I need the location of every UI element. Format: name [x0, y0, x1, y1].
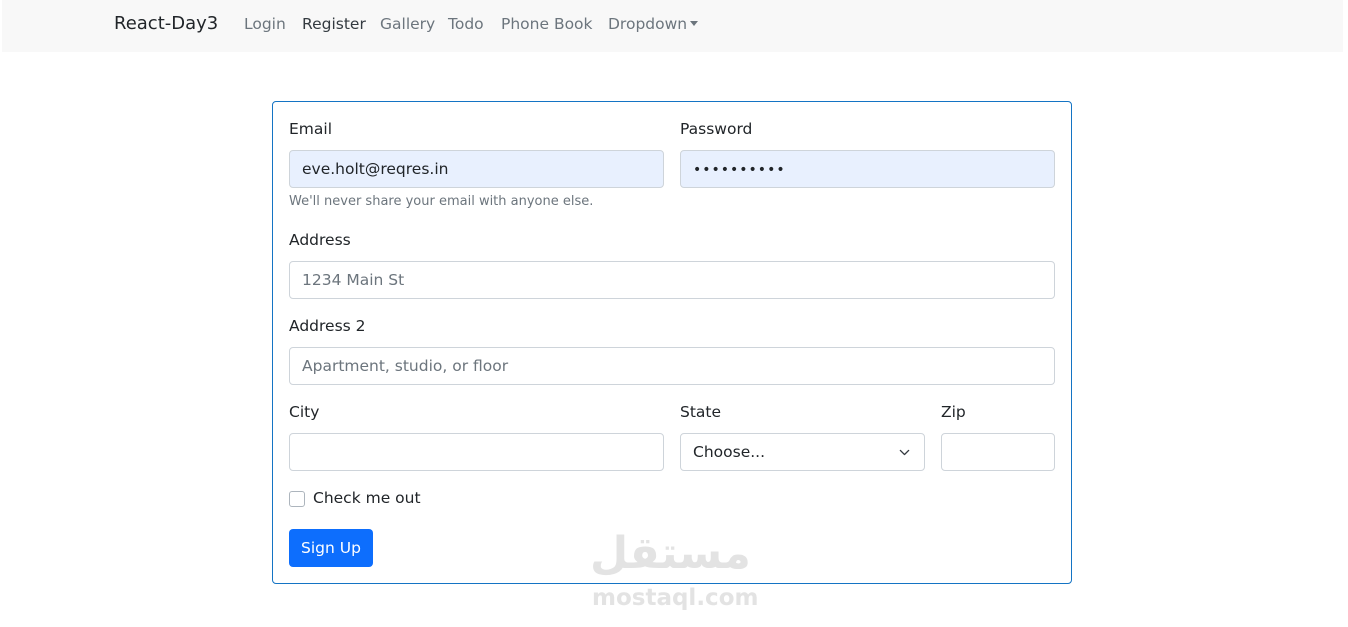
zip-input[interactable] [941, 433, 1055, 471]
email-input-value: eve.holt@reqres.in [302, 160, 449, 178]
zip-label: Zip [941, 403, 966, 421]
state-select[interactable]: Choose... [680, 433, 925, 471]
watermark-logo-arabic: مستقل [590, 528, 751, 579]
check-me-out-label[interactable]: Check me out [313, 489, 421, 507]
city-label: City [289, 403, 320, 421]
address2-input[interactable]: Apartment, studio, or floor [289, 347, 1055, 385]
password-input-value: •••••••••• [693, 162, 786, 178]
nav-item-phone-book[interactable]: Phone Book [501, 15, 593, 33]
address-label: Address [289, 231, 351, 249]
top-navbar: React-Day3 Login Register Gallery Todo P… [2, 0, 1343, 52]
check-me-out-checkbox[interactable] [289, 491, 305, 507]
address-placeholder: 1234 Main St [302, 271, 405, 289]
nav-item-login[interactable]: Login [244, 15, 286, 33]
navbar-brand[interactable]: React-Day3 [114, 13, 218, 34]
state-select-value: Choose... [693, 443, 766, 461]
address2-label: Address 2 [289, 317, 366, 335]
watermark-logo-latin: mostaql.com [592, 585, 759, 611]
nav-item-dropdown[interactable]: Dropdown [608, 15, 699, 33]
address2-placeholder: Apartment, studio, or floor [302, 357, 509, 375]
password-input[interactable]: •••••••••• [680, 150, 1055, 188]
state-label: State [680, 403, 722, 421]
email-input[interactable]: eve.holt@reqres.in [289, 150, 664, 188]
city-input[interactable] [289, 433, 664, 471]
nav-item-todo[interactable]: Todo [448, 15, 484, 33]
email-label: Email [289, 120, 333, 138]
sign-up-button[interactable]: Sign Up [289, 529, 373, 567]
chevron-down-icon [899, 449, 910, 456]
caret-down-icon [690, 21, 699, 26]
nav-item-register[interactable]: Register [302, 15, 366, 33]
nav-item-dropdown-label: Dropdown [608, 15, 688, 33]
password-label: Password [680, 120, 753, 138]
address-input[interactable]: 1234 Main St [289, 261, 1055, 299]
email-help-text: We'll never share your email with anyone… [289, 194, 594, 209]
nav-item-gallery[interactable]: Gallery [380, 15, 435, 33]
